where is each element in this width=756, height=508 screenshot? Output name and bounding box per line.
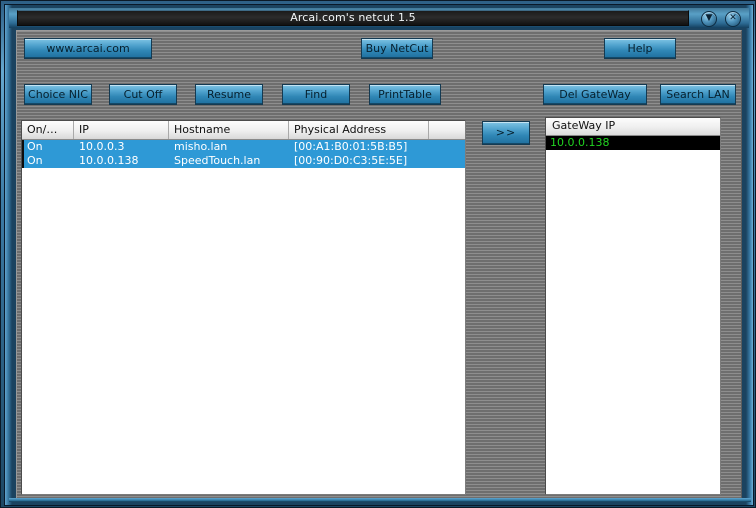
window-inner-frame: Arcai.com's netcut 1.5 ▼ ✕ www.arcai.com…: [4, 4, 754, 506]
print-table-button[interactable]: PrintTable: [369, 84, 441, 105]
cut-off-button[interactable]: Cut Off: [109, 84, 177, 105]
search-lan-button[interactable]: Search LAN: [660, 84, 736, 105]
cell-hostname: misho.lan: [174, 140, 228, 153]
table-row[interactable]: On 10.0.0.138 SpeedTouch.lan [00:90:D0:C…: [22, 154, 465, 168]
cell-on: On: [27, 154, 43, 167]
www-arcai-com-button[interactable]: www.arcai.com: [24, 38, 152, 59]
device-table-header[interactable]: On/… IP Hostname Physical Address: [22, 121, 465, 140]
minimize-button[interactable]: ▼: [701, 11, 717, 27]
gateway-panel-accent-border: [546, 118, 720, 494]
app-window: Arcai.com's netcut 1.5 ▼ ✕ www.arcai.com…: [0, 0, 756, 508]
cell-ip: 10.0.0.138: [79, 154, 139, 167]
cell-on: On: [27, 140, 43, 153]
device-list-panel[interactable]: On/… IP Hostname Physical Address On 10.…: [21, 120, 466, 495]
gateway-list-panel[interactable]: GateWay IP 10.0.0.138: [545, 117, 721, 495]
cell-mac: [00:90:D0:C3:5E:5E]: [294, 154, 408, 167]
help-button[interactable]: Help: [604, 38, 676, 59]
column-header-ip[interactable]: IP: [74, 121, 169, 139]
table-row[interactable]: On 10.0.0.3 misho.lan [00:A1:B0:01:5B:B5…: [22, 140, 465, 154]
cell-mac: [00:A1:B0:01:5B:B5]: [294, 140, 408, 153]
choice-nic-button[interactable]: Choice NIC: [24, 84, 92, 105]
column-header-spare[interactable]: [429, 121, 465, 139]
close-button[interactable]: ✕: [725, 11, 741, 27]
resume-button[interactable]: Resume: [195, 84, 263, 105]
list-item[interactable]: 10.0.0.138: [546, 136, 720, 150]
window-title: Arcai.com's netcut 1.5: [17, 10, 689, 26]
buy-netcut-button[interactable]: Buy NetCut: [361, 38, 433, 59]
cell-hostname: SpeedTouch.lan: [174, 154, 261, 167]
column-header-hostname[interactable]: Hostname: [169, 121, 289, 139]
transfer-to-gateway-button[interactable]: >>: [482, 121, 530, 145]
close-icon: ✕: [729, 13, 737, 23]
del-gateway-button[interactable]: Del GateWay: [543, 84, 647, 105]
column-header-mac[interactable]: Physical Address: [289, 121, 429, 139]
panel-accent-border: [22, 121, 465, 494]
cell-ip: 10.0.0.3: [79, 140, 125, 153]
title-bar[interactable]: Arcai.com's netcut 1.5 ▼ ✕: [9, 8, 749, 28]
device-table-body: On 10.0.0.3 misho.lan [00:A1:B0:01:5B:B5…: [22, 140, 465, 168]
column-header-gateway-ip[interactable]: GateWay IP: [546, 118, 720, 136]
chevron-down-icon: ▼: [705, 13, 713, 23]
find-button[interactable]: Find: [282, 84, 350, 105]
window-bottom-rim: [9, 498, 751, 502]
column-header-on[interactable]: On/…: [22, 121, 74, 139]
